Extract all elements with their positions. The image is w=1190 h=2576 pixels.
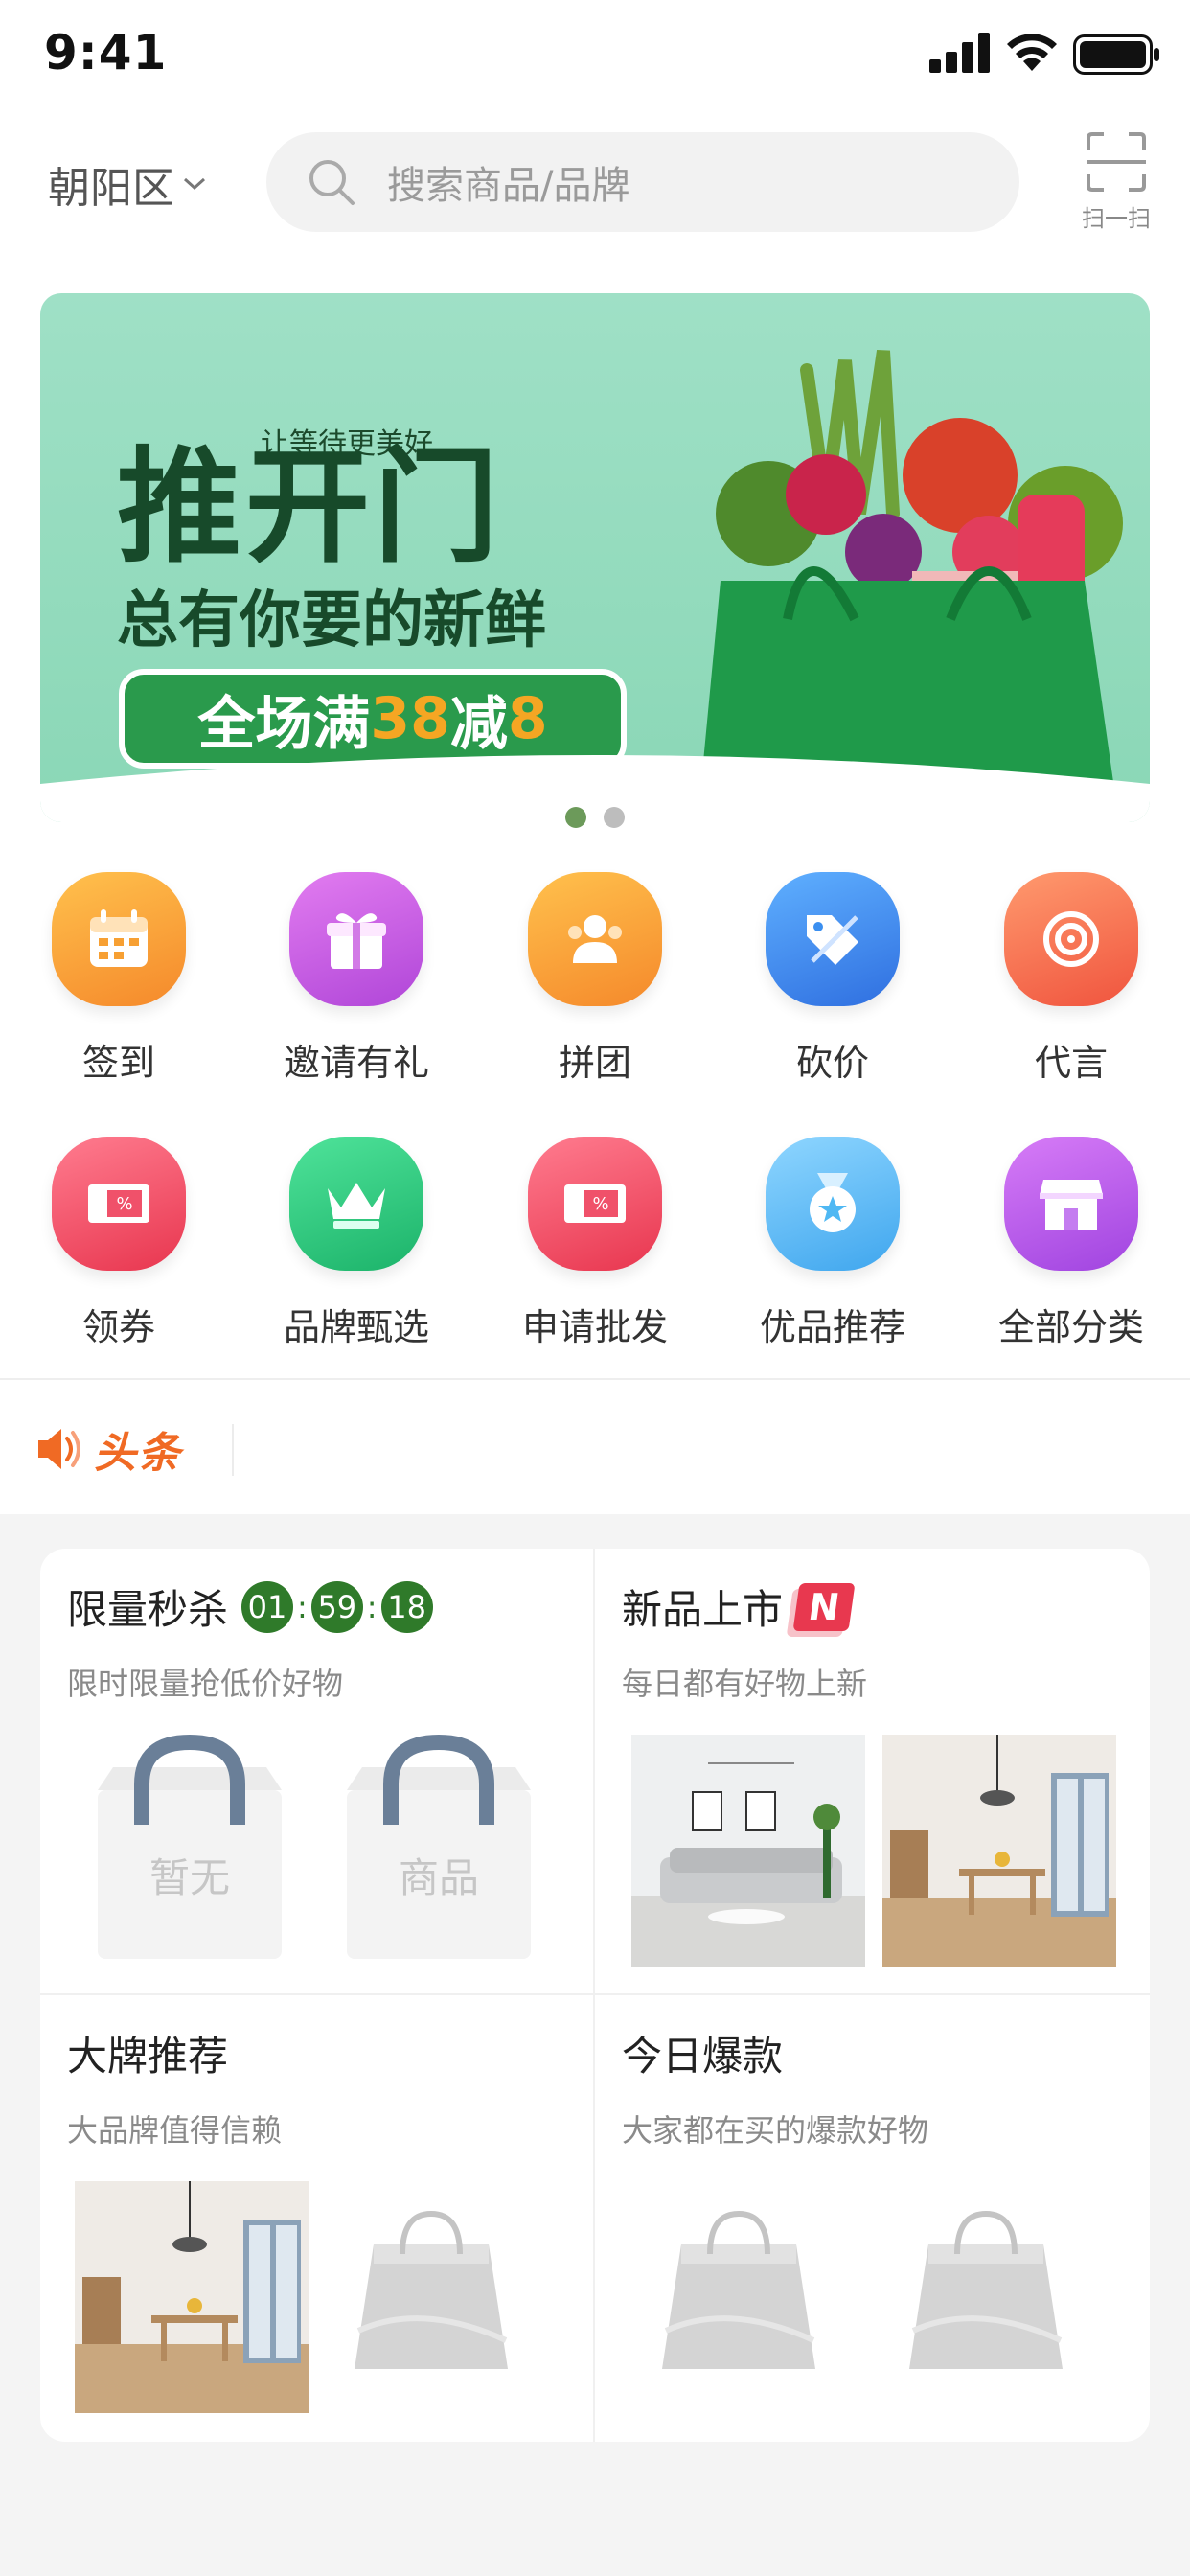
- search-input[interactable]: 搜索商品/品牌: [266, 132, 1019, 232]
- banner-headline: 推开门: [117, 433, 503, 580]
- card-title: 今日爆款: [622, 2024, 783, 2082]
- grid-label: 砍价: [795, 1042, 869, 1084]
- card-subtitle: 大品牌值得信赖: [67, 2112, 283, 2149]
- calendar-icon: [52, 872, 186, 1006]
- shopping-bag-placeholder-icon: [909, 2210, 1063, 2369]
- grid-item-all-categories[interactable]: 全部分类: [952, 1127, 1190, 1350]
- hot-today-title: 今日爆款: [622, 2033, 784, 2080]
- grid-item-recommended[interactable]: 优品推荐: [714, 1127, 951, 1350]
- grid-item-wholesale[interactable]: % 申请批发: [476, 1127, 714, 1350]
- medal-icon: [766, 1137, 900, 1271]
- card-flash-sale[interactable]: 限量秒杀 01 : 59 : 18 限时限量抢低价好物 暂无 商品: [40, 1549, 595, 1995]
- target-icon: [1004, 872, 1138, 1006]
- badge-num2: 8: [507, 685, 548, 752]
- dining-room-product-image[interactable]: [882, 1735, 1116, 1966]
- cellular-signal-icon: [929, 33, 990, 73]
- pagination-dot-active[interactable]: [565, 807, 586, 828]
- grid-label: 代言: [1034, 1042, 1108, 1084]
- promo-banner[interactable]: 让等待更美好 推开门 总有你要的新鲜 全场满 38 减 8: [40, 293, 1150, 822]
- timer-colon: :: [366, 1588, 378, 1625]
- grid-label: 签到: [81, 1042, 155, 1084]
- card-subtitle: 每日都有好物上新: [622, 1666, 868, 1702]
- headline-news[interactable]: 头条: [34, 1418, 182, 1480]
- gift-icon: [289, 872, 423, 1006]
- store-icon: [1004, 1137, 1138, 1271]
- grid-item-bargain[interactable]: 砍价: [714, 862, 951, 1086]
- grid-label: 优品推荐: [759, 1306, 905, 1348]
- search-placeholder: 搜索商品/品牌: [387, 164, 630, 208]
- scan-icon: [1087, 132, 1146, 192]
- feature-grid-row-2: % 领券 品牌甄选 % 申请批发 优品推荐 全部分类: [0, 1127, 1190, 1392]
- grid-label: 全部分类: [997, 1306, 1144, 1348]
- grid-label: 申请批发: [521, 1306, 668, 1348]
- badge-num1: 38: [370, 685, 450, 752]
- timer-colon: :: [297, 1588, 308, 1625]
- coupon-icon: %: [52, 1137, 186, 1271]
- bargain-tag-icon: [766, 872, 900, 1006]
- group-icon: [528, 872, 662, 1006]
- location-label: 朝阳区: [48, 164, 174, 213]
- shopping-bag-placeholder-icon: [355, 2210, 508, 2369]
- card-subtitle: 大家都在买的爆款好物: [622, 2112, 929, 2149]
- feature-cards: 限量秒杀 01 : 59 : 18 限时限量抢低价好物 暂无 商品 新品上市 N…: [40, 1549, 1150, 2442]
- new-badge: N: [792, 1582, 856, 1631]
- app-screen: 9:41 朝阳区 搜索商品/品牌 扫一扫 让等待更美好 推开门 总有你要的新鲜 …: [0, 0, 1190, 2576]
- banner-pagination: [0, 807, 1190, 828]
- new-arrivals-title: 新品上市: [622, 1586, 784, 1633]
- chevron-down-icon: [183, 177, 206, 191]
- grid-label: 领券: [81, 1306, 155, 1348]
- scan-button[interactable]: 扫一扫: [1073, 130, 1159, 233]
- grid-item-coupons[interactable]: % 领券: [0, 1127, 238, 1350]
- grid-item-sign-in[interactable]: 签到: [0, 862, 238, 1086]
- status-bar: 9:41: [0, 0, 1190, 115]
- grocery-bag-illustration: [701, 349, 1123, 782]
- grid-label: 品牌甄选: [283, 1306, 429, 1348]
- search-icon: [309, 160, 355, 205]
- dining-room-product-image[interactable]: [75, 2181, 309, 2413]
- feature-grid: 签到 邀请有礼 拼团 砍价 代言 % 领券 品牌甄选 % 申请批发 优品推荐 全…: [0, 862, 1190, 1392]
- location-selector[interactable]: 朝阳区: [48, 153, 207, 215]
- grid-item-invite[interactable]: 邀请有礼: [238, 862, 475, 1086]
- speaker-icon: [38, 1429, 80, 1469]
- flash-sale-title: 限量秒杀: [67, 1586, 229, 1633]
- pagination-dot[interactable]: [604, 807, 625, 828]
- svg-text:%: %: [116, 1194, 132, 1214]
- empty-label: 商品: [398, 1854, 479, 1901]
- empty-bag-placeholder: 暂无: [94, 1733, 286, 1963]
- status-time: 9:41: [44, 25, 168, 80]
- living-room-product-image[interactable]: [631, 1735, 865, 1966]
- card-title: 大牌推荐: [67, 2024, 228, 2082]
- crown-icon: [289, 1137, 423, 1271]
- battery-icon: [1073, 34, 1159, 75]
- timer-hours: 01: [241, 1580, 294, 1633]
- card-brand-picks[interactable]: 大牌推荐 大品牌值得信赖: [40, 1995, 595, 2442]
- empty-label: 暂无: [149, 1854, 230, 1901]
- card-title: 限量秒杀 01 : 59 : 18: [67, 1577, 433, 1636]
- section-divider: [0, 1378, 1190, 1380]
- svg-text:%: %: [592, 1194, 608, 1214]
- empty-bag-placeholder: 商品: [343, 1733, 535, 1963]
- timer-seconds: 18: [380, 1580, 433, 1633]
- coupon-icon: %: [528, 1137, 662, 1271]
- grid-label: 拼团: [558, 1042, 631, 1084]
- banner-subheadline: 总有你要的新鲜: [117, 585, 546, 656]
- card-hot-today[interactable]: 今日爆款 大家都在买的爆款好物: [595, 1995, 1150, 2442]
- card-new-arrivals[interactable]: 新品上市 N 每日都有好物上新: [595, 1549, 1150, 1995]
- scan-label: 扫一扫: [1082, 205, 1151, 232]
- shopping-bag-placeholder-icon: [662, 2210, 815, 2369]
- headline-separator: [232, 1424, 234, 1476]
- card-subtitle: 限时限量抢低价好物: [67, 1666, 344, 1702]
- countdown-timer: 01 : 59 : 18: [241, 1580, 433, 1633]
- card-title: 新品上市 N: [622, 1577, 856, 1636]
- grid-item-endorse[interactable]: 代言: [952, 862, 1190, 1086]
- grid-item-group-buy[interactable]: 拼团: [476, 862, 714, 1086]
- wifi-icon: [1007, 34, 1057, 71]
- grid-item-brand-select[interactable]: 品牌甄选: [238, 1127, 475, 1350]
- headline-label: 头条: [94, 1429, 182, 1478]
- brands-title: 大牌推荐: [67, 2033, 229, 2080]
- feature-grid-row-1: 签到 邀请有礼 拼团 砍价 代言: [0, 862, 1190, 1127]
- timer-minutes: 59: [310, 1580, 363, 1633]
- grid-label: 邀请有礼: [283, 1042, 429, 1084]
